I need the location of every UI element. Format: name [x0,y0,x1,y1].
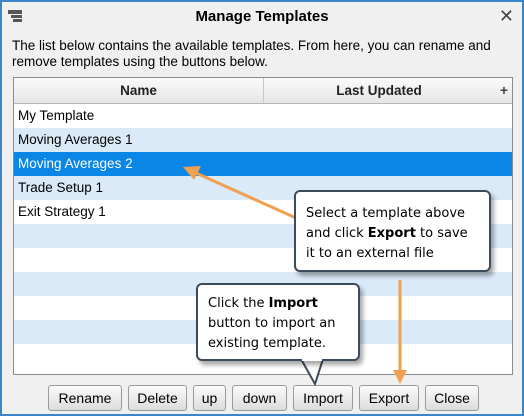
close-icon[interactable]: ✕ [499,6,514,26]
import-pointer-joint [302,357,322,361]
import-tip-text-post: button to import an existing template. [208,316,336,351]
table-row[interactable]: Moving Averages 1 [14,128,512,152]
table-row[interactable]: Moving Averages 2 [14,152,512,176]
export-tip-callout: Select a template above and click Export… [294,190,491,272]
import-button[interactable]: Import [293,385,353,411]
window-title: Manage Templates [195,8,329,25]
close-button[interactable]: Close [425,385,479,411]
up-button[interactable]: up [193,385,226,411]
column-header-last-updated[interactable]: Last Updated [264,78,494,103]
import-tip-text-bold: Import [268,296,318,311]
down-button[interactable]: down [232,385,287,411]
description-text: The list below contains the available te… [12,38,491,69]
title-bar[interactable]: Manage Templates ✕ [2,2,522,32]
rename-button[interactable]: Rename [48,385,122,411]
template-name-cell: Moving Averages 2 [18,156,133,171]
column-header-name[interactable]: Name [14,78,264,103]
import-tip-callout: Click the Import button to import an exi… [196,283,360,361]
template-name-cell: Exit Strategy 1 [18,204,106,219]
template-name-cell: Trade Setup 1 [18,180,104,195]
table-header: Name Last Updated + [14,78,512,104]
delete-button[interactable]: Delete [128,385,187,411]
export-tip-text-bold: Export [367,226,416,241]
add-column-icon[interactable]: + [500,78,508,103]
export-button[interactable]: Export [359,385,419,411]
template-name-cell: Moving Averages 1 [18,132,133,147]
import-tip-text-pre: Click the [208,296,269,311]
table-row[interactable]: My Template [14,104,512,128]
template-name-cell: My Template [18,108,95,123]
